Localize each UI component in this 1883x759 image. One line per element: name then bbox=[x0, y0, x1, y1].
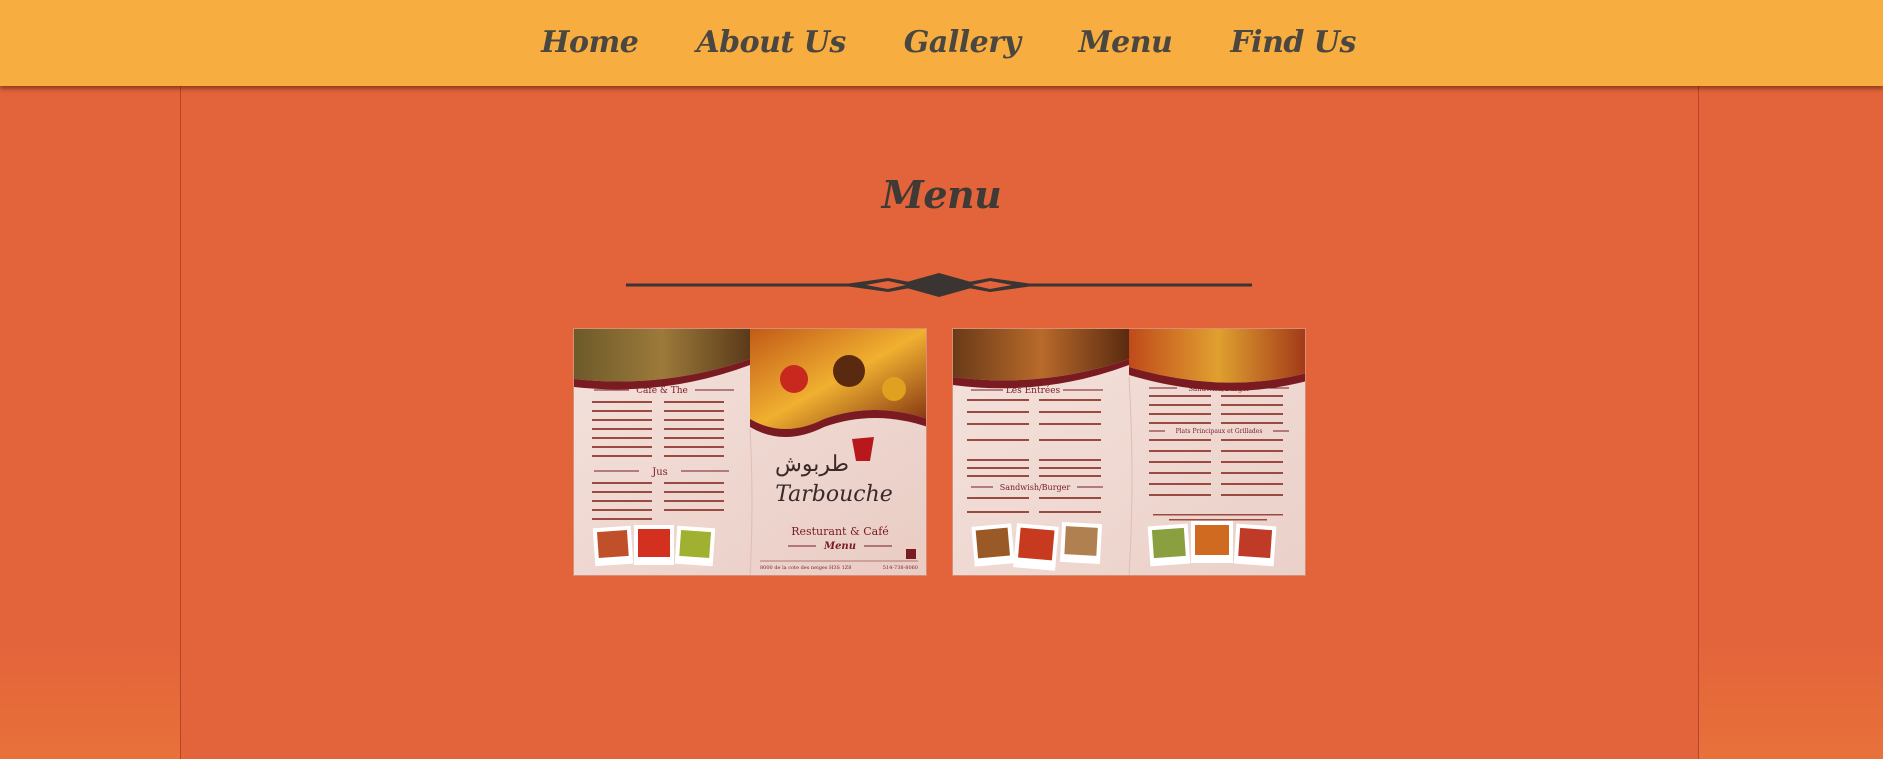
menu-inside-section-3: Sandwish/Burger bbox=[1188, 385, 1250, 393]
brand-latin: Tarbouche bbox=[775, 482, 893, 507]
top-navbar: Home About Us Gallery Menu Find Us bbox=[0, 0, 1883, 86]
nav-link-gallery[interactable]: Gallery bbox=[875, 0, 1050, 86]
nav-link-menu[interactable]: Menu bbox=[1049, 0, 1201, 86]
menu-front-section-1: Café & The bbox=[636, 385, 688, 396]
nav-link-home[interactable]: Home bbox=[512, 0, 667, 86]
nav-link-about-us[interactable]: About Us bbox=[667, 0, 874, 86]
menu-inside-illustration: Les Entrées Sandwish/Burger Sandwish/Bur… bbox=[953, 329, 1305, 575]
menu-front-address: 8000 de la cote des neiges H3S 1Z8 bbox=[760, 565, 851, 571]
menu-image-front[interactable]: Café & The Jus طربوش Tarbouche Resturant… bbox=[573, 328, 927, 576]
nav-link-find-us[interactable]: Find Us bbox=[1201, 0, 1384, 86]
menu-image-inside[interactable]: Les Entrées Sandwish/Burger Sandwish/Bur… bbox=[952, 328, 1306, 576]
menu-inside-section-2: Sandwish/Burger bbox=[1000, 483, 1071, 492]
menu-front-phone: 514-738-8060 bbox=[883, 565, 918, 571]
ornamental-divider bbox=[626, 273, 1252, 297]
brand-subtitle: Menu bbox=[823, 541, 856, 552]
brand-arabic: طربوش bbox=[775, 452, 849, 477]
page-title: Menu bbox=[881, 172, 1002, 217]
menu-inside-section-1: Les Entrées bbox=[1006, 385, 1061, 396]
menu-inside-section-4: Plats Principaux et Grillades bbox=[1176, 428, 1263, 435]
main-nav: Home About Us Gallery Menu Find Us bbox=[0, 0, 1883, 86]
menu-logo-icon bbox=[906, 549, 916, 559]
menu-front-illustration: Café & The Jus طربوش Tarbouche Resturant… bbox=[574, 329, 926, 575]
menu-front-section-2: Jus bbox=[651, 467, 668, 478]
brand-tagline: Resturant & Café bbox=[791, 525, 889, 538]
